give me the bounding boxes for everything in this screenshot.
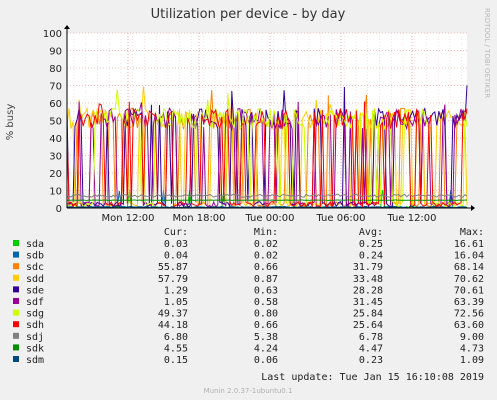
legend-swatch-sdm <box>13 356 19 362</box>
legend-avg-sdb: 0.24 <box>359 251 383 262</box>
legend-header-min: Min: <box>254 227 278 238</box>
y-tick-label: 10 <box>49 187 62 198</box>
x-tick-label: Tue 12:00 <box>386 213 436 224</box>
y-axis-arrow <box>64 25 70 29</box>
y-tick-label: 50 <box>49 117 62 128</box>
legend-name-sdk: sdk <box>26 343 44 354</box>
legend-header-cur: Cur: <box>164 227 188 238</box>
y-tick-label: 80 <box>49 64 62 75</box>
legend-name-sdc: sdc <box>26 262 44 273</box>
legend-min-sdj: 5.38 <box>254 332 278 343</box>
legend-swatch-sdd <box>13 274 19 281</box>
y-tick-label: 90 <box>49 47 62 58</box>
legend-cur-sda: 0.03 <box>164 239 188 250</box>
x-tick-label: Tue 06:00 <box>315 213 365 224</box>
legend-avg-sdd: 33.48 <box>353 274 383 285</box>
legend-name-sdf: sdf <box>26 297 44 308</box>
legend-swatch-sdf <box>13 298 19 304</box>
legend-name-sdm: sdm <box>26 355 44 366</box>
watermark: RRDTOOL / TOBI OETIKER <box>483 8 491 98</box>
legend-swatch-sde <box>13 286 19 293</box>
legend-max-sdb: 16.04 <box>454 251 484 262</box>
legend-avg-sdg: 25.84 <box>353 309 383 320</box>
y-tick-label: 0 <box>56 204 62 215</box>
legend-cur-sde: 1.29 <box>164 285 188 296</box>
legend-min-sdf: 0.58 <box>254 297 278 308</box>
legend-name-sda: sda <box>26 239 44 250</box>
legend-cur-sdh: 44.18 <box>158 320 188 331</box>
legend-max-sdh: 63.60 <box>454 320 484 331</box>
legend-min-sdh: 0.66 <box>254 320 278 331</box>
legend-swatch-sdc <box>13 263 19 270</box>
legend-max-sdd: 70.62 <box>454 274 484 285</box>
x-tick-label: Tue 00:00 <box>244 213 294 224</box>
legend-name-sdg: sdg <box>26 309 44 320</box>
x-tick-label: Mon 12:00 <box>101 213 154 224</box>
legend-name-sdd: sdd <box>26 274 44 285</box>
legend-swatch-sdb <box>13 251 19 258</box>
legend-min-sdd: 0.87 <box>254 274 278 285</box>
legend-cur-sdc: 55.87 <box>158 262 188 273</box>
x-tick-label: Mon 18:00 <box>172 213 225 224</box>
legend-max-sdm: 1.09 <box>460 355 484 366</box>
legend-swatch-sda <box>13 240 19 246</box>
legend-min-sdc: 0.66 <box>254 262 278 273</box>
legend-cur-sdm: 0.15 <box>164 355 188 366</box>
legend-max-sdc: 68.14 <box>454 262 484 273</box>
legend-avg-sdh: 25.64 <box>353 320 383 331</box>
y-tick-label: 40 <box>49 134 62 145</box>
legend-min-sdg: 0.80 <box>254 309 278 320</box>
chart-title: Utilization per device - by day <box>151 7 346 22</box>
y-tick-label: 20 <box>49 169 62 180</box>
legend-cur-sdk: 4.55 <box>164 343 188 354</box>
legend-max-sda: 16.61 <box>454 239 484 250</box>
legend-cur-sdf: 1.05 <box>164 297 188 308</box>
legend-swatch-sdk <box>13 344 19 351</box>
legend-max-sdg: 72.56 <box>454 309 484 320</box>
legend-swatch-sdj <box>13 332 19 339</box>
legend-max-sdk: 4.73 <box>460 343 484 354</box>
x-tick-labels: Mon 12:00 Mon 18:00 Tue 00:00 Tue 06:00 Tue … <box>101 213 436 224</box>
legend-header-avg: Avg: <box>359 227 383 238</box>
legend: Cur: Min: Avg: Max: sda 0.03 0.02 0.25 16.61 sdb 0… <box>13 227 484 366</box>
legend-swatch-sdh <box>13 321 19 328</box>
legend-max-sde: 70.61 <box>454 285 484 296</box>
legend-avg-sdm: 0.23 <box>359 355 383 366</box>
legend-name-sde: sde <box>26 285 44 296</box>
legend-name-sdh: sdh <box>26 320 44 331</box>
x-axis-arrow <box>471 205 475 211</box>
legend-header-max: Max: <box>460 227 484 238</box>
legend-max-sdf: 63.39 <box>454 297 484 308</box>
y-tick-labels: 0 10 20 30 40 50 60 70 80 90 100 <box>43 29 62 215</box>
munin-graph: Utilization per device - by day RRDTOOL … <box>5 7 491 395</box>
legend-min-sdm: 0.06 <box>254 355 278 366</box>
legend-avg-sdk: 4.47 <box>359 343 383 354</box>
y-tick-label: 30 <box>49 152 62 163</box>
y-axis-label: % busy <box>5 104 16 141</box>
legend-cur-sdd: 57.79 <box>158 274 188 285</box>
y-tick-label: 60 <box>49 99 62 110</box>
legend-avg-sdj: 6.78 <box>359 332 383 343</box>
legend-cur-sdj: 6.80 <box>164 332 188 343</box>
legend-min-sdk: 4.24 <box>254 343 278 354</box>
legend-cur-sdg: 49.37 <box>158 309 188 320</box>
legend-name-sdj: sdj <box>26 332 44 343</box>
legend-min-sda: 0.02 <box>254 239 278 250</box>
legend-avg-sde: 28.28 <box>353 285 383 296</box>
legend-min-sde: 0.63 <box>254 285 278 296</box>
legend-max-sdj: 9.00 <box>460 332 484 343</box>
legend-avg-sdc: 31.79 <box>353 262 383 273</box>
legend-min-sdb: 0.02 <box>254 251 278 262</box>
legend-name-sdb: sdb <box>26 251 44 262</box>
legend-avg-sda: 0.25 <box>359 239 383 250</box>
y-tick-label: 70 <box>49 82 62 93</box>
y-tick-label: 100 <box>43 29 62 40</box>
legend-swatch-sdg <box>13 309 19 316</box>
legend-avg-sdf: 31.45 <box>353 297 383 308</box>
legend-cur-sdb: 0.04 <box>164 251 188 262</box>
last-update: Last update: Tue Jan 15 16:10:08 2019 <box>261 372 484 383</box>
munin-footer: Munin 2.0.37-1ubuntu0.1 <box>204 387 293 395</box>
